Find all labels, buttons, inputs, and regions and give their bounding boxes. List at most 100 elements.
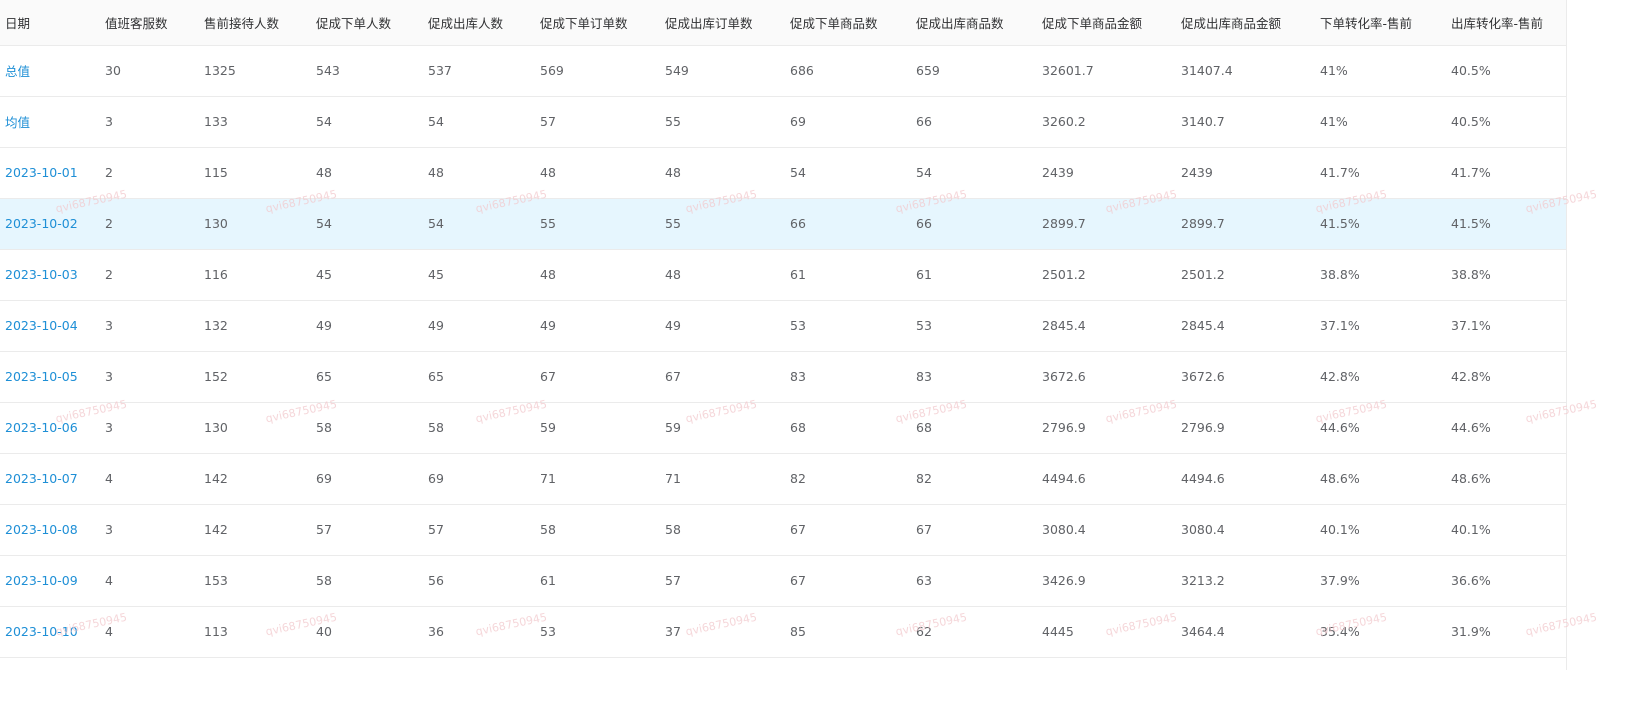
table-cell: 69 <box>785 96 911 148</box>
date-link[interactable]: 2023-10-09 <box>0 555 100 607</box>
table-cell: 37 <box>660 606 785 658</box>
table-row[interactable]: 总值 30 1325 543 537 569 549 686 659 32601.7 31407.4… <box>0 45 1566 97</box>
col-header-shipped-order-count[interactable]: 促成出库订单数 <box>660 0 785 46</box>
table-cell: 83 <box>785 351 911 403</box>
date-link[interactable]: 2023-10-06 <box>0 402 100 454</box>
date-link[interactable]: 总值 <box>0 45 100 97</box>
table-cell: 686 <box>785 45 911 97</box>
table-cell: 53 <box>785 300 911 352</box>
date-link[interactable]: 均值 <box>0 96 100 148</box>
date-link[interactable]: 2023-10-10 <box>0 606 100 658</box>
table-cell: 35.4% <box>1315 606 1446 658</box>
table-cell: 3 <box>100 96 199 148</box>
col-header-presale-received[interactable]: 售前接待人数 <box>199 0 311 46</box>
table-row[interactable]: 均值 3 133 54 54 57 55 69 66 3260.2 3140.7 41% 40.5% <box>0 96 1566 148</box>
table-cell: 48 <box>423 147 535 199</box>
date-link[interactable]: 2023-10-07 <box>0 453 100 505</box>
table-cell: 71 <box>535 453 660 505</box>
table-cell: 3 <box>100 402 199 454</box>
col-header-shipped-users[interactable]: 促成出库人数 <box>423 0 535 46</box>
table-cell: 65 <box>423 351 535 403</box>
table-cell: 1325 <box>199 45 311 97</box>
table-cell: 67 <box>785 555 911 607</box>
table-cell: 543 <box>311 45 423 97</box>
table-row[interactable]: 2023-10-01 2 115 48 48 48 48 54 54 2439 2439 41.7% 4… <box>0 147 1566 199</box>
table-cell: 67 <box>911 504 1037 556</box>
table-cell: 82 <box>911 453 1037 505</box>
table-cell: 3464.4 <box>1176 606 1315 658</box>
table-cell: 45 <box>423 249 535 301</box>
date-link[interactable]: 2023-10-01 <box>0 147 100 199</box>
table-cell: 57 <box>311 504 423 556</box>
table-cell: 67 <box>785 504 911 556</box>
table-cell: 3 <box>100 351 199 403</box>
table-cell: 41.7% <box>1315 147 1446 199</box>
table-cell: 54 <box>423 198 535 250</box>
table-cell: 59 <box>660 402 785 454</box>
table-row[interactable]: 2023-10-06 3 130 58 58 59 59 68 68 2796.9 2796.9 44… <box>0 402 1566 454</box>
col-header-order-amount[interactable]: 促成下单商品金额 <box>1037 0 1176 46</box>
table-cell: 42.8% <box>1315 351 1446 403</box>
table-cell: 40.1% <box>1315 504 1446 556</box>
col-header-order-conversion[interactable]: 下单转化率-售前 <box>1315 0 1446 46</box>
table-cell: 48.6% <box>1446 453 1566 505</box>
table-cell: 38.8% <box>1315 249 1446 301</box>
col-header-date[interactable]: 日期 <box>0 0 100 46</box>
table-cell: 48 <box>535 249 660 301</box>
col-header-shipped-conversion[interactable]: 出库转化率-售前 <box>1446 0 1566 46</box>
date-link[interactable]: 2023-10-05 <box>0 351 100 403</box>
col-header-shipped-amount[interactable]: 促成出库商品金额 <box>1176 0 1315 46</box>
col-header-on-duty-agents[interactable]: 值班客服数 <box>100 0 199 46</box>
table-cell: 2439 <box>1037 147 1176 199</box>
table-cell: 48 <box>660 249 785 301</box>
table-cell: 4 <box>100 606 199 658</box>
date-link[interactable]: 2023-10-03 <box>0 249 100 301</box>
date-link[interactable]: 2023-10-08 <box>0 504 100 556</box>
table-cell: 659 <box>911 45 1037 97</box>
table-cell: 2 <box>100 147 199 199</box>
table-cell: 41.7% <box>1446 147 1566 199</box>
table-cell: 2439 <box>1176 147 1315 199</box>
table-cell: 61 <box>785 249 911 301</box>
table-cell: 57 <box>660 555 785 607</box>
table-row[interactable]: 2023-10-04 3 132 49 49 49 49 53 53 2845.4 2845.4 37… <box>0 300 1566 352</box>
table-cell: 71 <box>660 453 785 505</box>
table-cell: 115 <box>199 147 311 199</box>
table-cell: 49 <box>311 300 423 352</box>
table-row[interactable]: 2023-10-09 4 153 58 56 61 57 67 63 3426.9 3213.2 37… <box>0 555 1566 607</box>
table-row[interactable]: 2023-10-02 2 130 54 54 55 55 66 66 2899.7 2899.7 41… <box>0 198 1566 250</box>
col-header-shipped-items[interactable]: 促成出库商品数 <box>911 0 1037 46</box>
data-table-container: 日期 值班客服数 售前接待人数 促成下单人数 促成出库人数 促成下单订单数 促成… <box>0 0 1567 670</box>
table-row[interactable]: 2023-10-10 4 113 40 36 53 37 85 62 4445 3464.4 35.4… <box>0 606 1566 658</box>
table-row[interactable]: 2023-10-08 3 142 57 57 58 58 67 67 3080.4 3080.4 40… <box>0 504 1566 556</box>
table-cell: 67 <box>535 351 660 403</box>
table-row[interactable]: 2023-10-07 4 142 69 69 71 71 82 82 4494.6 4494.6 48… <box>0 453 1566 505</box>
date-link[interactable]: 2023-10-04 <box>0 300 100 352</box>
table-cell: 3426.9 <box>1037 555 1176 607</box>
table-cell: 83 <box>911 351 1037 403</box>
table-cell: 54 <box>311 96 423 148</box>
table-cell: 49 <box>535 300 660 352</box>
table-cell: 153 <box>199 555 311 607</box>
table-cell: 41.5% <box>1315 198 1446 250</box>
table-row[interactable]: 2023-10-05 3 152 65 65 67 67 83 83 3672.6 3672.6 42… <box>0 351 1566 403</box>
table-cell: 58 <box>423 402 535 454</box>
date-link[interactable]: 2023-10-02 <box>0 198 100 250</box>
table-row[interactable]: 2023-10-03 2 116 45 45 48 48 61 61 2501.2 2501.2 38… <box>0 249 1566 301</box>
table-cell: 142 <box>199 453 311 505</box>
table-cell: 63 <box>911 555 1037 607</box>
col-header-order-users[interactable]: 促成下单人数 <box>311 0 423 46</box>
col-header-order-count[interactable]: 促成下单订单数 <box>535 0 660 46</box>
table-cell: 4 <box>100 555 199 607</box>
table-cell: 48.6% <box>1315 453 1446 505</box>
table-cell: 31407.4 <box>1176 45 1315 97</box>
table-cell: 65 <box>311 351 423 403</box>
table-cell: 49 <box>660 300 785 352</box>
table-cell: 58 <box>535 504 660 556</box>
table-cell: 142 <box>199 504 311 556</box>
table-cell: 37.1% <box>1315 300 1446 352</box>
table-cell: 54 <box>911 147 1037 199</box>
table-cell: 54 <box>785 147 911 199</box>
col-header-order-items[interactable]: 促成下单商品数 <box>785 0 911 46</box>
table-cell: 41% <box>1315 45 1446 97</box>
